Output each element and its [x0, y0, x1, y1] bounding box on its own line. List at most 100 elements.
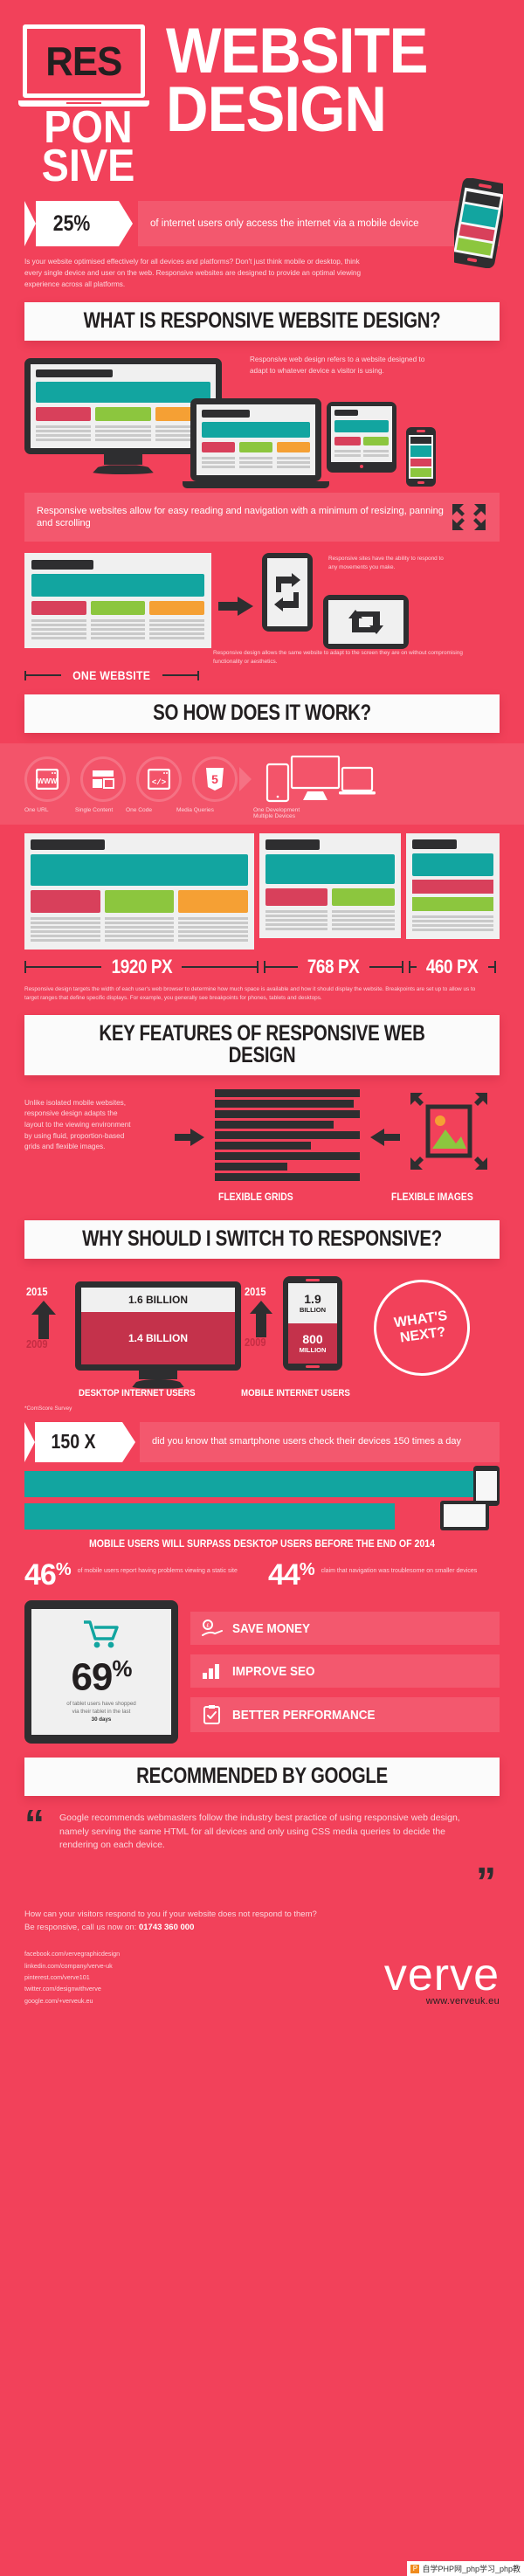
tablet-note-2: via their tablet in the last [72, 1708, 131, 1715]
step-label-1: Single Content [75, 807, 114, 814]
benefit-label-2: BETTER PERFORMANCE [232, 1707, 376, 1723]
step-label-0: One URL [24, 807, 49, 814]
website-card-icon [24, 553, 211, 649]
single-content-icon [80, 756, 126, 803]
section-heading-how: SO HOW DOES IT WORK? [24, 694, 500, 734]
tablet-rotate-icon [323, 595, 409, 650]
tablet-note-3: 30 days [91, 1716, 112, 1723]
label-flexible-grids: FLEXIBLE GRIDS [218, 1191, 293, 1203]
social-link-3[interactable]: twitter.com/designwithverve [24, 1983, 384, 1994]
code-icon: </> [136, 756, 182, 803]
desktop-year-new: 2015 [26, 1284, 48, 1298]
breakpoint-measures: 1920 PX 768 PX 460 PX [24, 956, 500, 978]
mobile-value-old-2: MILLION [299, 1346, 327, 1355]
adapt-note: Responsive design allows the same websit… [213, 650, 463, 666]
title-line-1: WEBSITE [166, 16, 428, 86]
desktop-users-monitor: 1.6 BILLION 1.4 BILLION [75, 1281, 241, 1389]
watermark: P 自学PHP网_php学习_php教 [407, 2561, 524, 2576]
header: RES PON SIVE WEBSITE DESIGN [0, 0, 524, 191]
desktop-caption: DESKTOP INTERNET USERS [79, 1387, 196, 1398]
chart-bars-icon [203, 1664, 219, 1680]
flexible-image-icon [410, 1092, 487, 1170]
phone-small-icon [406, 427, 436, 487]
stat-44: 44% claim that navigation was troublesom… [268, 1560, 500, 1590]
watermark-text: 自学PHP网_php学习_php教 [422, 2565, 521, 2573]
pct-value-46: 46 [24, 1557, 57, 1592]
pct-suffix-46: % [55, 1559, 72, 1579]
main-title: WEBSITE DESIGN [166, 16, 501, 185]
breakpoint-label-0: 1920 PX [111, 956, 172, 978]
social-link-1[interactable]: linkedin.com/company/verve-uk [24, 1960, 384, 1972]
phone-illustration-icon [454, 178, 503, 268]
google-quote: “ Google recommends webmasters follow th… [24, 1800, 500, 1904]
pct-note-46: of mobile users report having problems v… [77, 1567, 238, 1574]
benefit-label-0: SAVE MONEY [232, 1620, 311, 1636]
social-link-4[interactable]: google.com/+verveuk.eu [24, 1995, 384, 2006]
whats-next-badge: WHAT'S NEXT? [367, 1273, 477, 1382]
social-link-2[interactable]: pinterest.com/verve101 [24, 1972, 384, 1983]
benefit-better-performance: BETTER PERFORMANCE [190, 1697, 500, 1733]
arrow-left-icon [370, 1128, 400, 1146]
laptop-icon [183, 398, 329, 489]
rwd-definition-note: Responsive web design refers to a websit… [250, 356, 425, 376]
section-heading-switch: WHY SHOULD I SWITCH TO RESPONSIVE? [24, 1219, 500, 1259]
whats-next-text: WHAT'S NEXT? [393, 1308, 449, 1346]
bar-desktop [24, 1502, 396, 1530]
stat-value: 25% [52, 211, 91, 236]
sive-text: SIVE [41, 140, 135, 191]
mobile-value-new-2: BILLION [300, 1306, 326, 1315]
section-heading-what: WHAT IS RESPONSIVE WEBSITE DESIGN? [24, 302, 500, 342]
cta-line-2-prefix: Be responsive, call us now on: [24, 1923, 139, 1933]
brand-block: verve www.verveuk.eu [383, 1950, 500, 2006]
source-note: *ComScore Survey [24, 1405, 72, 1412]
quote-open-icon: “ [24, 1800, 45, 1847]
social-link-0[interactable]: facebook.com/vervegraphicdesign [24, 1948, 384, 1959]
intro-paragraph: Is your website optimised effectively fo… [24, 258, 362, 288]
section-heading-google: RECOMMENDED BY GOOGLE [24, 1757, 500, 1796]
social-links: facebook.com/vervegraphicdesign linkedin… [24, 1948, 384, 2006]
rotate-note: Responsive sites have the ability to res… [328, 556, 444, 571]
breakpoint-card-1920 [24, 833, 254, 950]
step-label-2: One Code [126, 807, 153, 814]
problem-stats: 46% of mobile users report having proble… [24, 1559, 500, 1590]
desktop-value-new: 1.6 BILLION [81, 1287, 235, 1312]
benefit-label-1: IMPROVE SEO [232, 1663, 315, 1679]
svg-text:</>: </> [152, 778, 166, 787]
watermark-icon: P [410, 2564, 420, 2573]
desktop-year-old: 2009 [26, 1336, 48, 1350]
stat-text-150: did you know that smartphone users check… [140, 1421, 500, 1462]
arrow-right-icon [218, 597, 253, 617]
www-browser-icon: WWW [24, 756, 70, 803]
one-website-illustration: Responsive sites have the ability to res… [24, 553, 500, 665]
how-it-works-icons: WWW </> 5 One URL Single Content One Cod… [0, 743, 524, 825]
usage-bars [24, 1465, 500, 1530]
flexible-grid-icon [215, 1088, 360, 1184]
mobile-access-stat: 25% of internet users only access the in… [24, 178, 503, 268]
mobile-caption: MOBILE INTERNET USERS [241, 1387, 350, 1398]
step-label-3: Media Queries [176, 807, 214, 814]
breakpoint-note: Responsive design targets the width of e… [24, 986, 476, 1002]
stat-text: of internet users only access the intern… [138, 201, 500, 247]
benefit-improve-seo: IMPROVE SEO [190, 1654, 500, 1689]
resize-arrows-icon [452, 504, 486, 531]
multiple-devices-icon [265, 756, 376, 803]
cta-phone: 01743 360 000 [138, 1923, 195, 1933]
label-flexible-images: FLEXIBLE IMAGES [391, 1191, 473, 1203]
quote-close-icon: ” [476, 1858, 496, 1904]
verve-logo: verve [383, 1950, 500, 2001]
up-arrow-icon [250, 1300, 272, 1337]
key-features-note: Unlike isolated mobile websites, respons… [24, 1098, 131, 1151]
key-features-illustration: Unlike isolated mobile websites, respons… [24, 1086, 500, 1189]
device-lineup-illustration: Responsive web design refers to a websit… [24, 353, 500, 489]
pct-value-44: 44 [268, 1557, 300, 1592]
mobile-value-new-1: 1.9 [304, 1292, 321, 1307]
stat-46: 46% of mobile users report having proble… [24, 1559, 256, 1590]
mobile-users-phone: 1.9 BILLION 800 MILLION [283, 1275, 342, 1371]
mobile-year-old: 2009 [245, 1335, 266, 1349]
tablet-stat-card: 69% of tablet users have shopped via the… [24, 1600, 178, 1744]
150x-stat: 150 X did you know that smartphone users… [24, 1421, 500, 1462]
quote-text: Google recommends webmasters follow the … [59, 1812, 460, 1851]
stat-flag-25: 25% [24, 201, 133, 247]
section-heading-key: KEY FEATURES OF RESPONSIVE WEB DESIGN [24, 1014, 500, 1075]
result-label-1: One Development [253, 807, 300, 814]
